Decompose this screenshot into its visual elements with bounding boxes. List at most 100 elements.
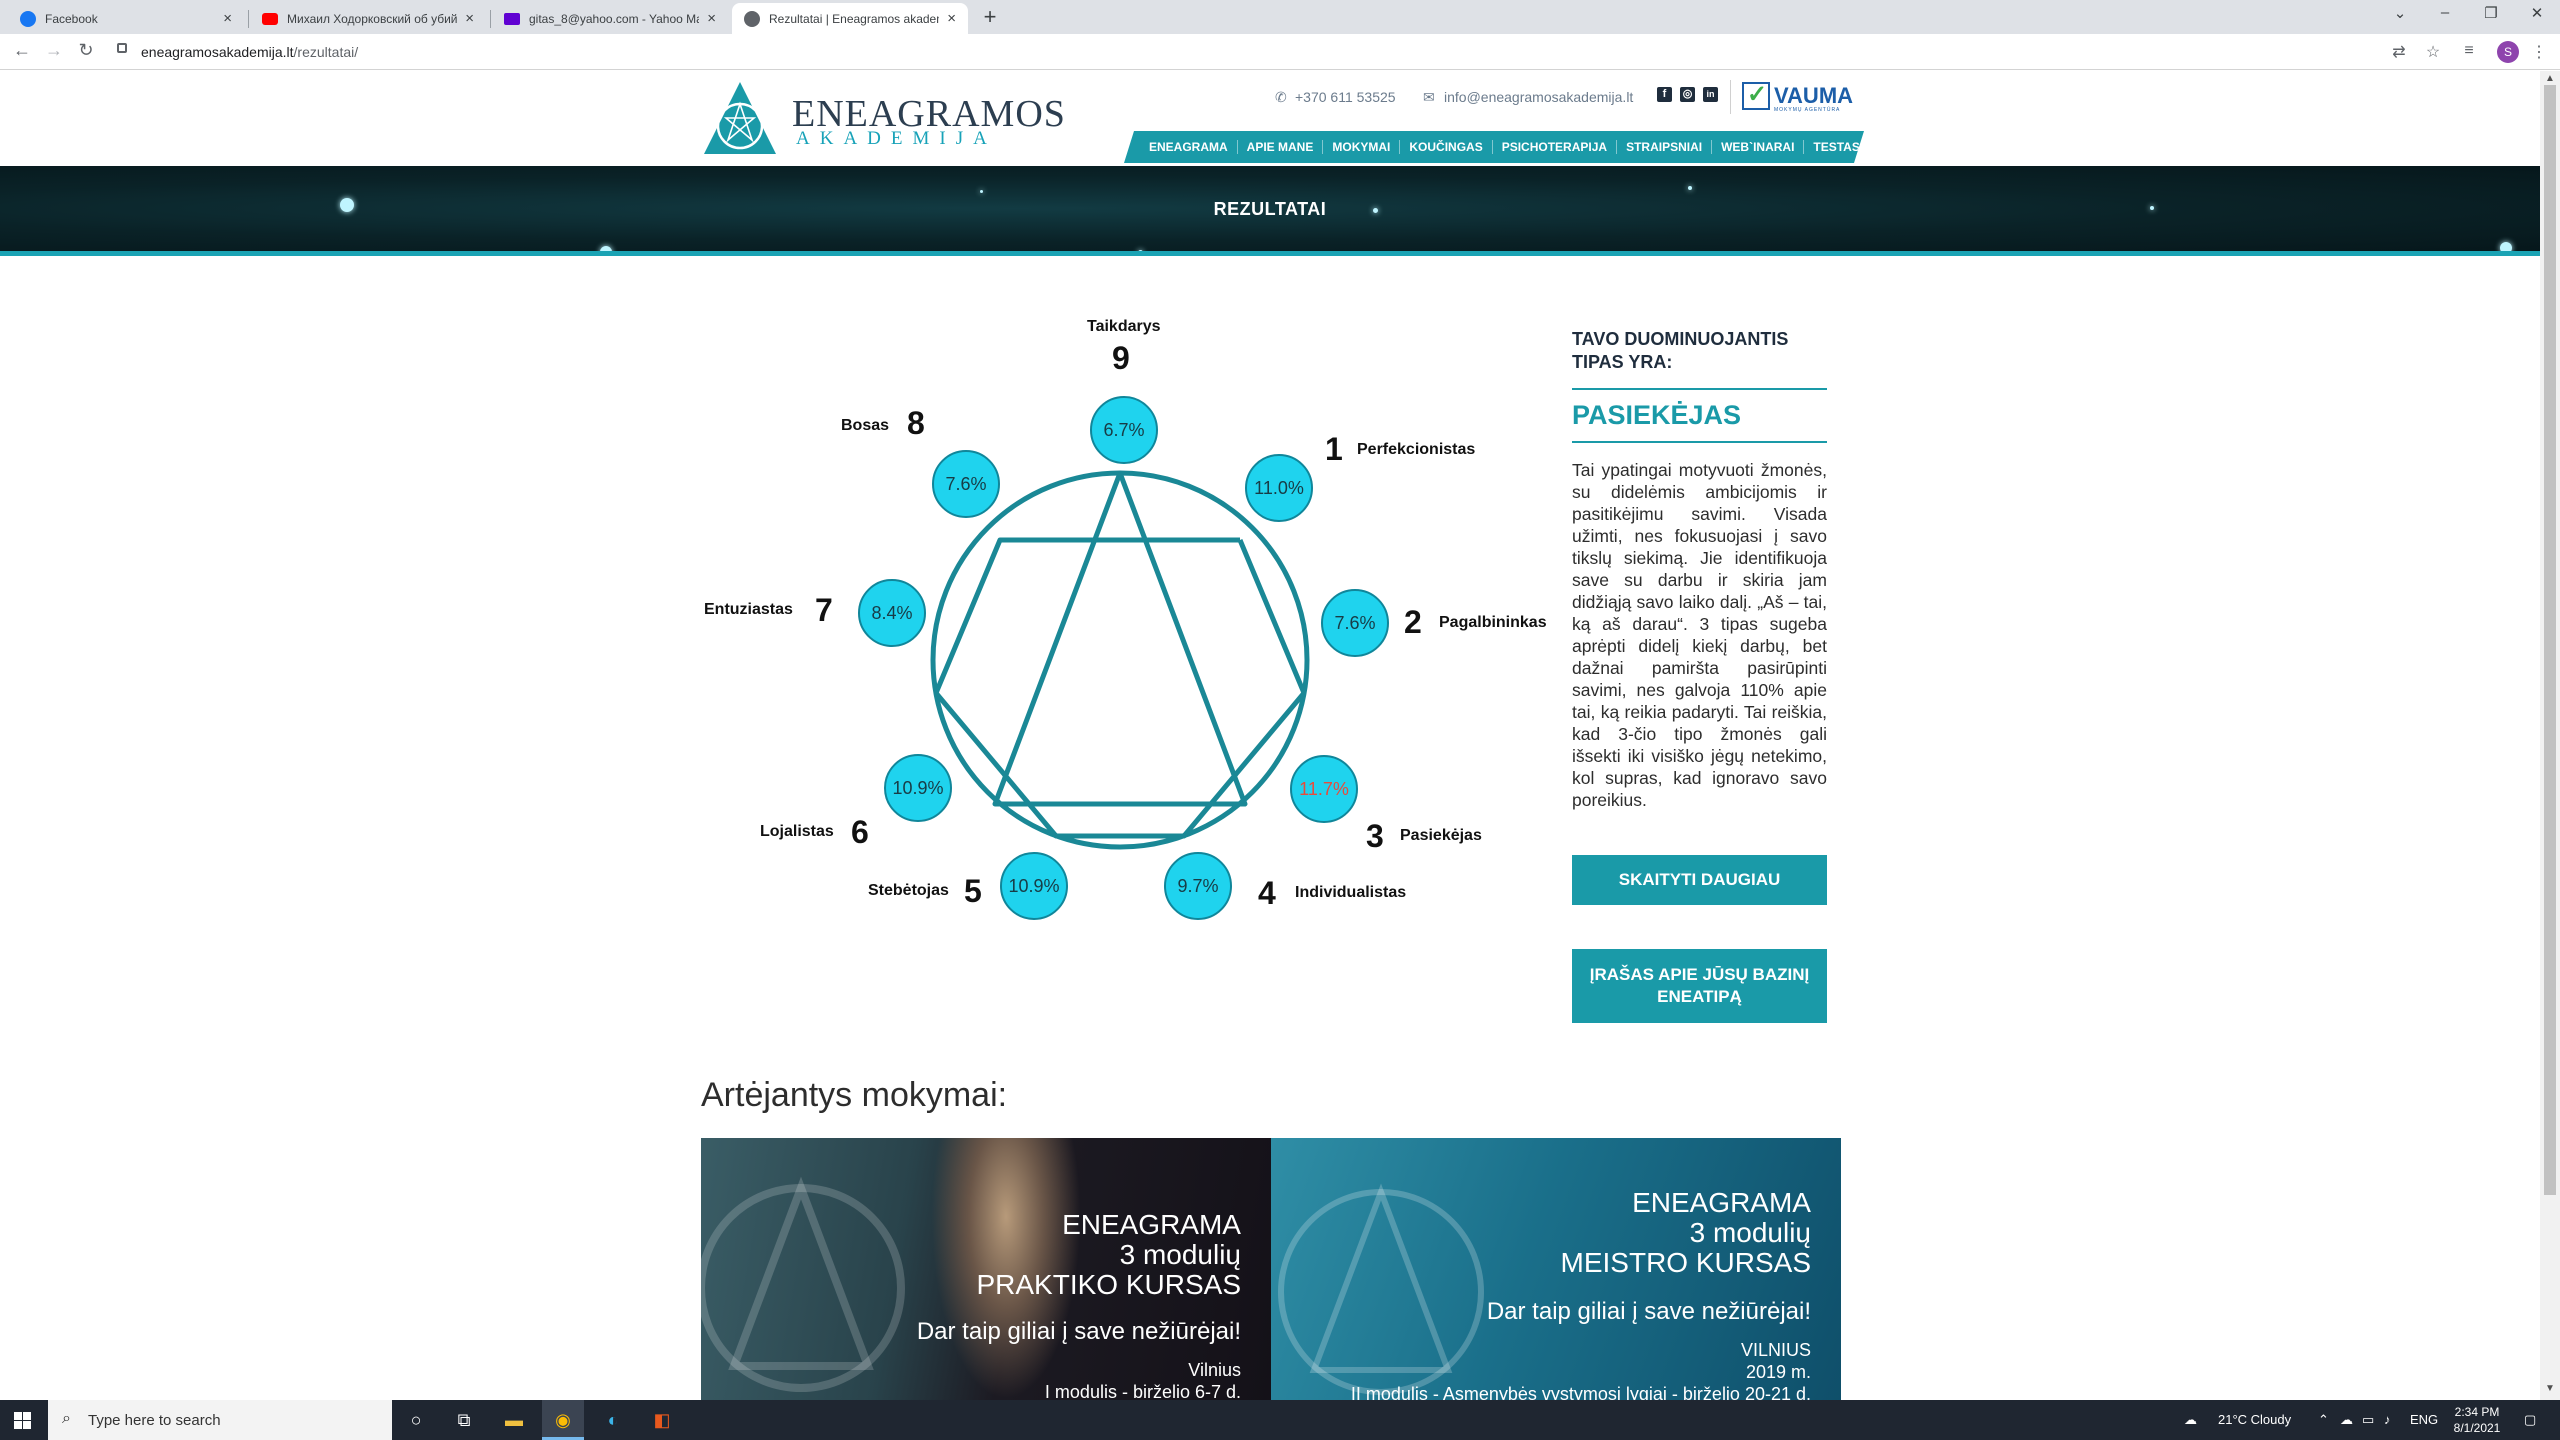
notifications-icon[interactable]: ▢ (2524, 1412, 2536, 1428)
enneagram-logo-icon[interactable] (700, 78, 780, 158)
nav-psichoterapija[interactable]: PSICHOTERAPIJA (1493, 140, 1617, 154)
type-name-7: Entuziastas (704, 601, 793, 618)
nav-koucingas[interactable]: KOUČINGAS (1400, 140, 1492, 154)
cortana-icon[interactable]: ○ (404, 1408, 428, 1432)
url-field[interactable]: eneagramosakademija.lt/rezultatai/ (141, 44, 358, 60)
file-explorer-icon[interactable]: ▬ (502, 1408, 526, 1432)
type-name-3: Pasiekėjas (1400, 827, 1482, 844)
percentage-bubble-5: 10.9% (1000, 852, 1068, 920)
search-icon: ⌕ (62, 1410, 71, 1427)
scroll-thumb[interactable] (2544, 85, 2556, 1195)
linkedin-icon[interactable]: in (1703, 87, 1718, 102)
close-window-icon[interactable]: ✕ (2522, 4, 2552, 22)
card-tagline: Dar taip giliai į save nežiūrėjai! (916, 1318, 1241, 1345)
type-name-1: Perfekcionistas (1357, 441, 1476, 458)
menu-kebab-icon[interactable]: ⋮ (2528, 42, 2550, 62)
tab-youtube[interactable]: Михаил Ходорковский об убийс... × (250, 3, 486, 34)
reading-list-icon[interactable]: ≡ (2458, 42, 2480, 60)
task-view-icon[interactable]: ⧉ (452, 1408, 476, 1432)
read-more-button[interactable]: SKAITYTI DAUGIAU (1572, 855, 1827, 905)
card-date: II modulis - Asmenybės vystymosi lygiai … (1350, 1384, 1811, 1400)
nav-eneagrama[interactable]: ENEAGRAMA (1140, 140, 1238, 154)
weather-cloud-icon[interactable]: ☁ (2184, 1412, 2197, 1428)
back-icon[interactable]: ← (10, 40, 34, 61)
type-number-9: 9 (1112, 340, 1130, 376)
restore-icon[interactable]: ❐ (2476, 4, 2506, 22)
nav-webinarai[interactable]: WEB`INARAI (1712, 140, 1804, 154)
percentage-bubble-1: 11.0% (1245, 454, 1313, 522)
close-tab-icon[interactable]: × (707, 10, 716, 27)
type-number-2: 2 (1404, 604, 1422, 640)
lock-icon[interactable] (117, 43, 127, 53)
nav-straipsniai[interactable]: STRAIPSNIAI (1617, 140, 1712, 154)
type-number-6: 6 (851, 814, 869, 850)
scroll-down-icon[interactable]: ▼ (2540, 1383, 2560, 1394)
type-number-4: 4 (1258, 875, 1276, 911)
email-link[interactable]: info@eneagramosakademija.lt (1444, 89, 1633, 105)
type-number-7: 7 (815, 592, 833, 628)
windows-start-icon[interactable] (14, 1412, 31, 1429)
percentage-bubble-2: 7.6% (1321, 589, 1389, 657)
close-tab-icon[interactable]: × (465, 10, 474, 27)
card-line: ENEAGRAMA (1632, 1187, 1811, 1218)
close-tab-icon[interactable]: × (223, 10, 232, 27)
chrome-icon[interactable]: ◉ (551, 1408, 575, 1432)
training-card-master[interactable]: ENEAGRAMA 3 modulių MEISTRO KURSAS Dar t… (1271, 1138, 1841, 1400)
profile-avatar[interactable]: S (2497, 41, 2519, 63)
type-description: Tai ypatingai motyvuoti žmonės, su didel… (1572, 460, 1827, 810)
translate-icon[interactable]: ⇄ (2388, 42, 2410, 62)
taskbar-search[interactable]: ⌕ Type here to search (48, 1400, 392, 1440)
forward-icon[interactable]: → (42, 40, 66, 61)
training-card-practitioner[interactable]: ENEAGRAMA 3 modulių PRAKTIKO KURSAS Dar … (701, 1138, 1271, 1400)
type-name-5: Stebėtojas (868, 882, 949, 899)
edge-icon[interactable]: ◐ (601, 1408, 625, 1432)
office-icon[interactable]: ◧ (650, 1408, 674, 1432)
new-tab-button[interactable]: + (976, 4, 1004, 30)
minimize-icon[interactable]: – (2430, 4, 2460, 21)
clock[interactable]: 2:34 PM 8/1/2021 (2448, 1404, 2506, 1436)
star-decoration (980, 190, 983, 193)
tab-facebook[interactable]: Facebook × (8, 3, 244, 34)
facebook-icon[interactable]: f (1657, 87, 1672, 102)
instagram-icon[interactable]: ◎ (1680, 87, 1695, 102)
reload-icon[interactable]: ↻ (74, 40, 98, 61)
nav-mokymai[interactable]: MOKYMAI (1323, 140, 1400, 154)
vauma-logo[interactable]: VAUMA (1774, 83, 1853, 109)
nav-apie-mane[interactable]: APIE MANE (1238, 140, 1324, 154)
enneagram-symbol (930, 470, 1310, 850)
tray-chevron-icon[interactable]: ⌃ (2318, 1412, 2329, 1428)
type-name-4: Individualistas (1295, 884, 1407, 901)
card-date: I modulis - birželio 6-7 d. (1044, 1382, 1241, 1400)
facebook-favicon-icon (20, 10, 36, 27)
clock-time: 2:34 PM (2454, 1405, 2500, 1419)
type-name-8: Bosas (841, 417, 890, 434)
language-indicator[interactable]: ENG (2410, 1412, 2438, 1427)
page-scrollbar[interactable]: ▲ ▼ (2540, 71, 2560, 1400)
tab-rezultatai[interactable]: Rezultatai | Eneagramos akadem... × (732, 3, 968, 34)
logo-subtitle[interactable]: AKADEMIJA (796, 128, 997, 150)
phone-icon: ✆ (1275, 89, 1287, 105)
tab-search-icon[interactable]: ⌄ (2385, 4, 2415, 22)
percentage-bubble-8: 7.6% (932, 450, 1000, 518)
tab-yahoo-mail[interactable]: gitas_8@yahoo.com - Yahoo Mai... × (492, 3, 728, 34)
card-tagline: Dar taip giliai į save nežiūrėjai! (1486, 1298, 1811, 1325)
card-line: ENEAGRAMA (1062, 1209, 1241, 1240)
volume-icon[interactable]: ♪ (2384, 1412, 2391, 1427)
network-icon[interactable]: ▭ (2362, 1412, 2374, 1428)
phone-number[interactable]: +370 611 53525 (1295, 89, 1396, 105)
scroll-up-icon[interactable]: ▲ (2540, 73, 2560, 84)
star-decoration (2500, 242, 2512, 251)
eneatype-record-button[interactable]: ĮRAŠAS APIE JŪSŲ BAZINĮ ENEATIPĄ (1572, 949, 1827, 1023)
vauma-subtitle: MOKYMŲ AGENTŪRA (1774, 107, 1841, 113)
close-tab-icon[interactable]: × (947, 10, 956, 27)
type-name-9: Taikdarys (1087, 318, 1161, 335)
browser-tab-bar: Facebook × Михаил Ходорковский об убийс.… (0, 0, 2560, 34)
windows-taskbar: ⌕ Type here to search ○ ⧉ ▬ ◉ ◐ ◧ ☁ 21°C… (0, 1400, 2560, 1440)
bookmark-star-icon[interactable]: ☆ (2422, 42, 2444, 62)
onedrive-icon[interactable]: ☁ (2340, 1412, 2353, 1428)
tab-title: gitas_8@yahoo.com - Yahoo Mai... (529, 11, 700, 26)
clock-date: 8/1/2021 (2453, 1421, 2501, 1435)
globe-favicon-icon (744, 10, 760, 27)
weather-text[interactable]: 21°C Cloudy (2218, 1412, 2291, 1427)
percentage-bubble-7: 8.4% (858, 579, 926, 647)
